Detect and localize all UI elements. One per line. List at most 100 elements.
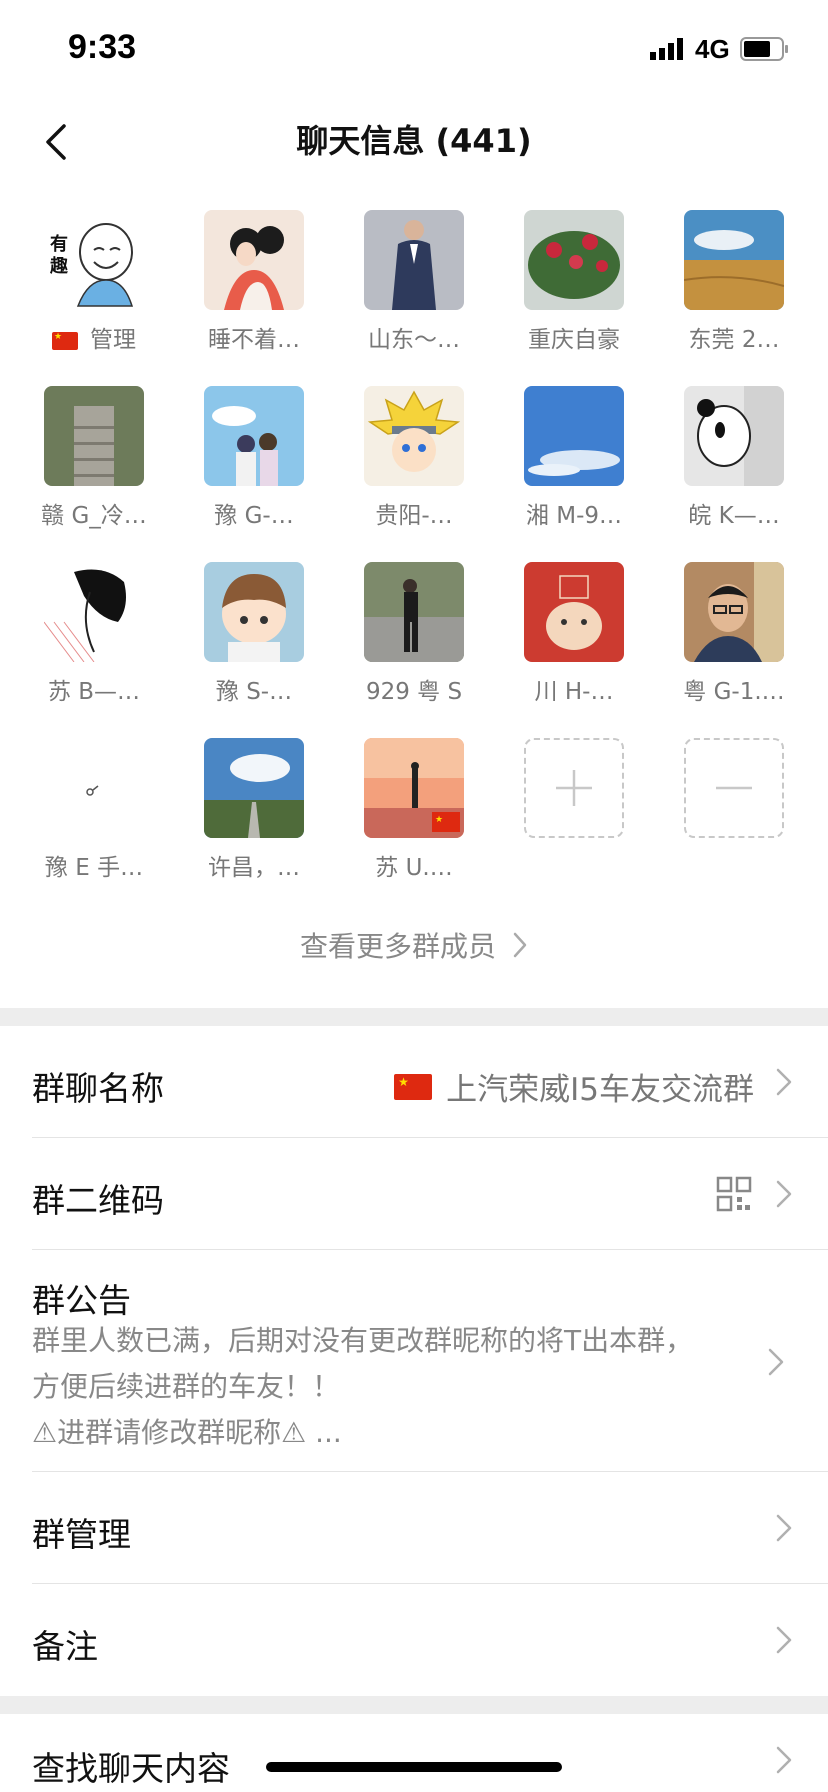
avatar: ★ bbox=[364, 738, 464, 838]
remark-label: 备注 bbox=[32, 1627, 98, 1666]
avatar bbox=[44, 386, 144, 486]
section-divider bbox=[0, 1008, 828, 1026]
member-item[interactable]: 皖 K—… bbox=[644, 386, 804, 546]
member-item[interactable]: 东莞 2… bbox=[644, 210, 804, 370]
member-item[interactable]: 豫 G-… bbox=[164, 386, 324, 546]
member-name: 重庆自豪 bbox=[528, 327, 620, 353]
group-notice-row[interactable]: 群公告 群里人数已满，后期对没有更改群昵称的将T出本群， 方便后续进群的车友！！… bbox=[0, 1250, 828, 1472]
member-item[interactable]: 豫 E 手… bbox=[4, 738, 164, 898]
member-name: 豫 E 手… bbox=[44, 855, 144, 881]
avatar bbox=[524, 386, 624, 486]
view-more-members-label: 查看更多群成员 bbox=[299, 930, 496, 963]
china-flag-icon bbox=[52, 331, 78, 350]
avatar bbox=[204, 738, 304, 838]
rose-plant-avatar-icon bbox=[524, 210, 624, 310]
avatar bbox=[44, 562, 144, 662]
member-item[interactable]: 贵阳-… bbox=[324, 386, 484, 546]
member-name: 东莞 2… bbox=[688, 327, 780, 353]
man-standing-avatar-icon bbox=[364, 562, 464, 662]
meme-face-avatar-icon: 有 趣 bbox=[44, 210, 144, 310]
member-item[interactable]: ★ 苏 U.… bbox=[324, 738, 484, 898]
naruto-chibi-avatar-icon bbox=[364, 386, 464, 486]
member-item[interactable]: 湘 M-9… bbox=[484, 386, 644, 546]
wheat-field-avatar-icon bbox=[684, 210, 784, 310]
sunset-person-avatar-icon: ★ bbox=[364, 738, 464, 838]
search-chat-row[interactable]: 查找聊天内容 bbox=[0, 1714, 828, 1792]
red-hamster-avatar-icon bbox=[524, 562, 624, 662]
nav-bar: 聊天信息 (441) bbox=[0, 100, 828, 200]
man-glasses-avatar-icon bbox=[684, 562, 784, 662]
member-name: 贵阳-… bbox=[375, 503, 453, 529]
chevron-right-icon bbox=[776, 1514, 792, 1542]
member-name: 睡不着… bbox=[208, 327, 300, 353]
avatar bbox=[204, 386, 304, 486]
remove-member-button[interactable] bbox=[644, 738, 804, 898]
member-name: 湘 M-9… bbox=[525, 503, 623, 529]
avatar bbox=[204, 562, 304, 662]
member-item[interactable]: 山东～… bbox=[324, 210, 484, 370]
member-item[interactable]: 重庆自豪 bbox=[484, 210, 644, 370]
avatar bbox=[364, 210, 464, 310]
member-item[interactable]: 有 趣 管理 bbox=[4, 210, 164, 370]
chevron-right-icon bbox=[776, 1068, 792, 1096]
svg-text:有: 有 bbox=[50, 233, 68, 255]
avatar bbox=[684, 386, 784, 486]
member-item[interactable]: 豫 S-… bbox=[164, 562, 324, 722]
blue-sky-avatar-icon bbox=[524, 386, 624, 486]
member-name: 豫 G-… bbox=[214, 503, 294, 529]
plus-icon bbox=[556, 770, 592, 806]
minus-icon bbox=[716, 786, 752, 790]
chevron-right-icon bbox=[776, 1626, 792, 1654]
chevron-right-icon bbox=[776, 1180, 792, 1208]
battery-icon bbox=[740, 37, 788, 61]
member-item[interactable]: 睡不着… bbox=[164, 210, 324, 370]
member-item[interactable]: 许昌，… bbox=[164, 738, 324, 898]
qr-code-row[interactable]: 群二维码 bbox=[0, 1138, 828, 1250]
page-title: 聊天信息 (441) bbox=[296, 122, 532, 160]
avatar bbox=[684, 210, 784, 310]
avatar bbox=[364, 562, 464, 662]
avatar bbox=[524, 562, 624, 662]
man-in-suit-avatar-icon bbox=[364, 210, 464, 310]
member-item[interactable]: 929 粤 S bbox=[324, 562, 484, 722]
cartoon-boy-avatar-icon bbox=[204, 562, 304, 662]
view-more-members-link[interactable]: 查看更多群成员 bbox=[0, 920, 828, 970]
network-type: 4G bbox=[695, 34, 730, 64]
member-item[interactable]: 苏 B—… bbox=[4, 562, 164, 722]
member-name: 粤 G-1.… bbox=[683, 679, 785, 705]
tiny-doodle-avatar-icon bbox=[44, 738, 144, 838]
member-item[interactable]: 粤 G-1.… bbox=[644, 562, 804, 722]
couple-illustration-avatar-icon bbox=[204, 210, 304, 310]
group-manage-label: 群管理 bbox=[32, 1515, 131, 1554]
china-flag-icon bbox=[394, 1073, 433, 1100]
sky-road-avatar-icon bbox=[204, 738, 304, 838]
member-name: 苏 U.… bbox=[375, 855, 453, 881]
signal-icon bbox=[650, 38, 683, 60]
member-item[interactable]: 川 H-… bbox=[484, 562, 644, 722]
chevron-right-icon bbox=[513, 932, 527, 958]
svg-text:趣: 趣 bbox=[49, 256, 69, 277]
member-name: 豫 S-… bbox=[215, 679, 293, 705]
sketch-boy-avatar-icon bbox=[44, 562, 144, 662]
member-name: 929 粤 S bbox=[365, 679, 463, 705]
chevron-right-icon bbox=[768, 1348, 784, 1376]
member-item[interactable]: 赣 G_冷… bbox=[4, 386, 164, 546]
member-name: 川 H-… bbox=[534, 679, 614, 705]
notice-line: ⚠进群请修改群昵称⚠ ... bbox=[32, 1416, 342, 1449]
member-name: 赣 G_冷… bbox=[41, 503, 147, 529]
remark-row[interactable]: 备注 bbox=[0, 1584, 828, 1696]
avatar bbox=[524, 210, 624, 310]
notice-line: 群里人数已满，后期对没有更改群昵称的将T出本群， bbox=[32, 1324, 694, 1357]
section-divider bbox=[0, 1696, 828, 1714]
stone-stairs-avatar-icon bbox=[44, 386, 144, 486]
group-manage-row[interactable]: 群管理 bbox=[0, 1472, 828, 1584]
group-name-label: 群聊名称 bbox=[32, 1069, 164, 1108]
notice-line: 方便后续进群的车友！！ bbox=[32, 1370, 341, 1403]
add-member-button[interactable] bbox=[484, 738, 644, 898]
anime-couple-avatar-icon bbox=[204, 386, 304, 486]
group-name-row[interactable]: 群聊名称 上汽荣威I5车友交流群 bbox=[0, 1026, 828, 1138]
member-name: 山东～… bbox=[368, 327, 460, 353]
home-indicator[interactable] bbox=[266, 1762, 562, 1772]
member-name: 皖 K—… bbox=[688, 503, 780, 529]
status-bar: 9:33 4G bbox=[0, 0, 828, 100]
